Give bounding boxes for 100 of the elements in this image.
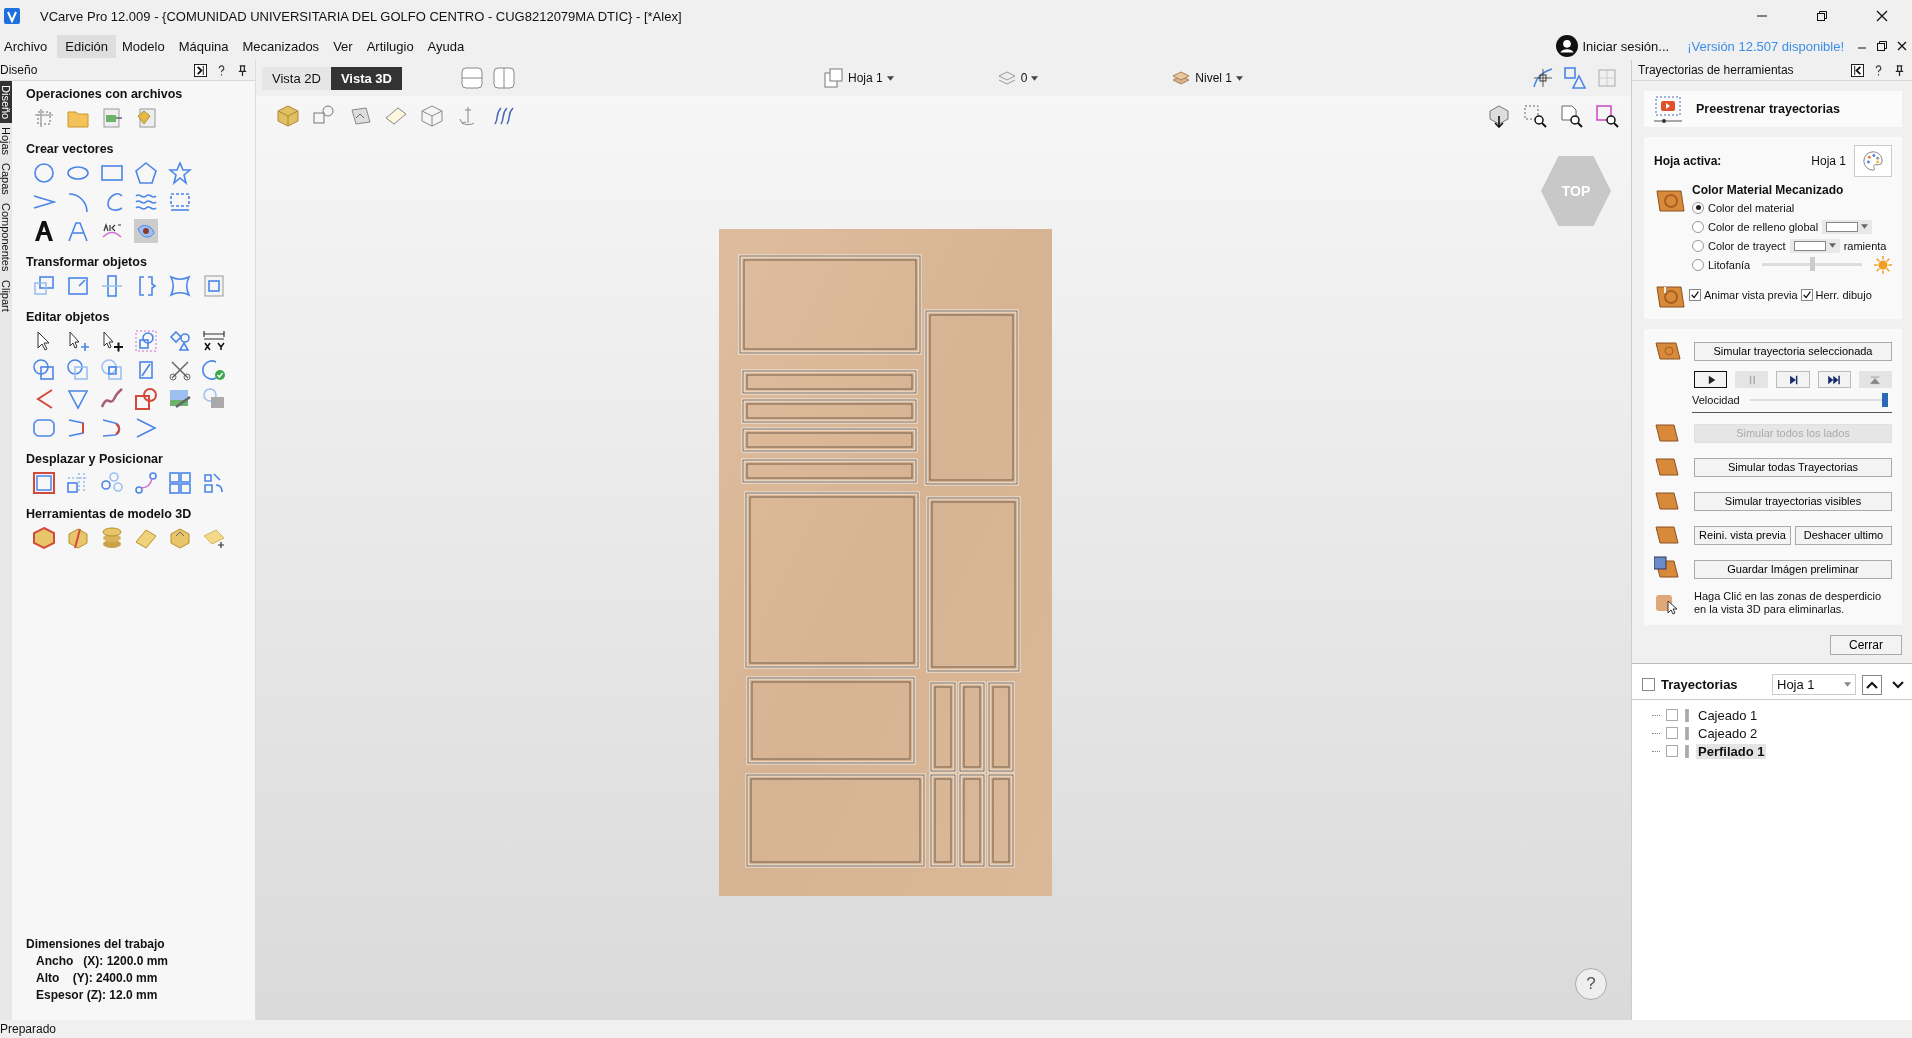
menu-item[interactable]: Ayuda xyxy=(423,34,473,58)
collapse-panel-icon[interactable] xyxy=(1851,63,1864,77)
sheet-dropdown[interactable]: Hoja 1 xyxy=(824,68,894,88)
checkbox[interactable] xyxy=(1666,745,1678,757)
close-vectors-icon[interactable] xyxy=(202,358,226,382)
path-copy-icon[interactable] xyxy=(134,471,158,495)
checkbox[interactable] xyxy=(1689,289,1701,301)
split-model-icon[interactable] xyxy=(66,526,90,550)
toolpath-item[interactable]: Perfilado 1 xyxy=(1696,743,1767,759)
count-dropdown[interactable]: 0 xyxy=(996,68,1039,88)
restore-icon[interactable] xyxy=(1876,40,1888,52)
weld-icon[interactable] xyxy=(32,358,56,382)
radio-button[interactable] xyxy=(1692,201,1704,214)
side-tab[interactable]: Clipart xyxy=(0,275,12,316)
circle-array-icon[interactable] xyxy=(100,471,124,495)
menu-item[interactable]: Edición xyxy=(57,34,116,58)
cube-icon[interactable] xyxy=(32,526,56,550)
view-down-icon[interactable] xyxy=(1487,104,1511,128)
offset-icon[interactable] xyxy=(134,387,158,411)
image-edit-icon[interactable] xyxy=(168,387,192,411)
toolpath-item[interactable]: Cajeado 1 xyxy=(1696,707,1760,723)
snap-icon[interactable] xyxy=(1531,66,1555,90)
angle-icon[interactable] xyxy=(134,416,158,440)
material-cube-icon[interactable] xyxy=(276,104,300,128)
menu-item[interactable]: Máquina xyxy=(174,34,237,58)
simulate-selected-button[interactable]: Simular trayectoria seleccionada xyxy=(1694,341,1892,361)
menu-item[interactable]: Mecanizados xyxy=(238,34,328,58)
playback-button[interactable] xyxy=(1694,371,1728,388)
sign-in-link[interactable]: Iniciar sesión... xyxy=(1582,38,1670,54)
image-import-icon[interactable] xyxy=(100,106,124,130)
side-tab[interactable]: Componentes xyxy=(0,199,12,276)
level-dropdown[interactable]: Nivel 1 xyxy=(1171,68,1244,88)
node-edit-icon[interactable] xyxy=(66,329,90,353)
lithophane-slider-thumb[interactable] xyxy=(1810,257,1816,271)
view-tab[interactable]: Vista 3D xyxy=(330,66,402,90)
playback-button[interactable] xyxy=(1817,371,1851,388)
border-frame-icon[interactable] xyxy=(32,471,56,495)
action-button[interactable]: Simular trayectorias visibles xyxy=(1694,491,1892,511)
user-avatar-icon[interactable] xyxy=(1556,35,1579,57)
split-vertical-icon[interactable] xyxy=(492,66,516,90)
action-button[interactable]: Reini. vista previa xyxy=(1694,525,1791,545)
image-plane-icon[interactable] xyxy=(348,104,372,128)
menu-item[interactable]: Artilugio xyxy=(362,34,422,58)
dimension-icon[interactable] xyxy=(168,190,192,214)
star-icon[interactable] xyxy=(168,161,192,185)
scissors-icon[interactable] xyxy=(168,358,192,382)
zoom-box-icon[interactable] xyxy=(1523,104,1547,128)
scale-icon[interactable] xyxy=(66,274,90,298)
close-icon[interactable] xyxy=(1896,40,1908,52)
radio-button[interactable] xyxy=(1692,239,1704,252)
move-icon[interactable] xyxy=(32,274,56,298)
sheet-dropdown[interactable]: Hoja 1 xyxy=(1772,674,1856,695)
arc-icon[interactable] xyxy=(66,190,90,214)
wireframe-cube-icon[interactable] xyxy=(420,104,444,128)
chamfer-icon[interactable] xyxy=(66,387,90,411)
split-horizontal-icon[interactable] xyxy=(460,66,484,90)
speed-slider-thumb[interactable] xyxy=(1882,393,1888,407)
menu-item[interactable]: Ver xyxy=(329,34,361,58)
checkbox[interactable] xyxy=(1666,727,1678,739)
side-tab[interactable]: Diseño xyxy=(0,81,12,124)
action-button[interactable]: Guardar Imágen preliminar xyxy=(1694,559,1892,579)
side-tab[interactable]: Capas xyxy=(0,159,12,200)
toolpath-item[interactable]: Cajeado 2 xyxy=(1696,725,1760,741)
menu-item[interactable]: Modelo xyxy=(118,34,173,58)
distort-icon[interactable] xyxy=(168,274,192,298)
layout-grid-icon[interactable] xyxy=(168,471,192,495)
playback-button[interactable] xyxy=(1776,371,1810,388)
circle-icon[interactable] xyxy=(32,161,56,185)
group-icon[interactable] xyxy=(134,329,158,353)
stack-icon[interactable] xyxy=(100,526,124,550)
page-center-icon[interactable] xyxy=(202,274,226,298)
intersect-icon[interactable] xyxy=(100,358,124,382)
collapse-panel-icon[interactable] xyxy=(194,63,207,77)
checkbox[interactable] xyxy=(1666,709,1678,721)
zoom-page-icon[interactable] xyxy=(1559,104,1583,128)
text-outline-icon[interactable] xyxy=(66,219,90,243)
rounded-rectangle-icon[interactable] xyxy=(32,416,56,440)
subtract-icon[interactable] xyxy=(66,358,90,382)
side-tab[interactable]: Hojas xyxy=(0,123,12,160)
close-button[interactable]: Cerrar xyxy=(1830,635,1902,655)
checkbox[interactable] xyxy=(1800,289,1813,301)
radio-button[interactable] xyxy=(1692,220,1704,233)
align-icon[interactable] xyxy=(100,274,124,298)
image-trace-icon[interactable] xyxy=(202,387,226,411)
pentagon-icon[interactable] xyxy=(134,161,158,185)
pin-icon[interactable] xyxy=(1893,63,1906,77)
crop-icon[interactable] xyxy=(32,106,56,130)
menu-item[interactable]: Archivo xyxy=(0,34,56,58)
transform-pointer-icon[interactable] xyxy=(100,329,124,353)
move-up-button[interactable] xyxy=(1862,674,1882,695)
palette-button[interactable] xyxy=(1854,145,1892,177)
text-icon[interactable] xyxy=(32,219,56,243)
view-tab[interactable]: Vista 2D xyxy=(262,66,331,90)
pin-icon[interactable] xyxy=(236,63,249,77)
shapes-snap-icon[interactable] xyxy=(1563,66,1587,90)
action-button[interactable]: Deshacer ultimo xyxy=(1795,525,1892,545)
shapes-icon[interactable] xyxy=(168,329,192,353)
dimensions-xy-icon[interactable] xyxy=(202,329,226,353)
radio-button[interactable] xyxy=(1692,258,1704,271)
action-button[interactable]: Simular todas Trayectorias xyxy=(1694,457,1892,477)
